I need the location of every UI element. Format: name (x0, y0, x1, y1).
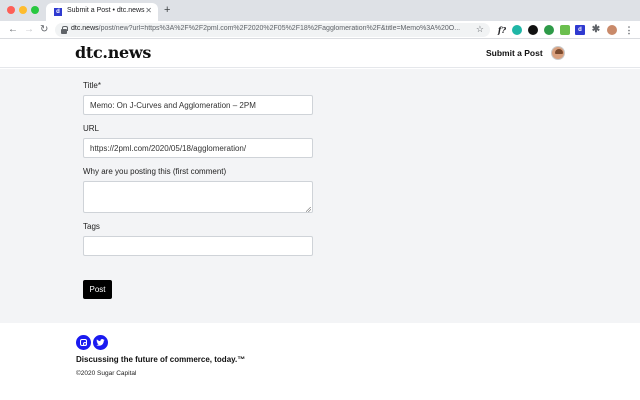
green-extension-icon[interactable] (544, 25, 554, 35)
instagram-glyph (80, 339, 87, 346)
tags-label: Tags (83, 222, 100, 231)
url-text[interactable]: dtc.news/post/new?url=https%3A%2F%2F2pml… (71, 25, 473, 32)
instagram-icon[interactable] (76, 335, 91, 350)
submit-post-link[interactable]: Submit a Post (486, 48, 543, 58)
resize-handle-icon[interactable] (306, 207, 311, 212)
twitter-bird-glyph (96, 339, 105, 346)
puzzle-extensions-icon[interactable]: ✱ (591, 25, 601, 35)
tags-input[interactable] (83, 236, 313, 256)
title-input[interactable]: Memo: On J-Curves and Agglomeration – 2P… (83, 95, 313, 115)
browser-tab-bar: d Submit a Post • dtc.news ✕ + (0, 0, 640, 21)
bookmark-star-icon[interactable]: ☆ (476, 24, 484, 35)
post-button[interactable]: Post (83, 280, 112, 299)
teal-extension-icon[interactable] (512, 25, 522, 35)
comment-textarea[interactable] (83, 181, 313, 213)
browser-menu-icon[interactable]: ⋮ (624, 25, 634, 35)
favicon-icon: d (54, 8, 62, 16)
tab-title: Submit a Post • dtc.news (67, 7, 145, 14)
footer-tagline: Discussing the future of commerce, today… (76, 355, 246, 364)
lock-icon[interactable] (61, 26, 68, 34)
close-tab-icon[interactable]: ✕ (145, 6, 152, 15)
post-form: Title* Memo: On J-Curves and Agglomerati… (0, 69, 640, 323)
twitter-icon[interactable] (93, 335, 108, 350)
url-path: /post/new?url=https%3A%2F%2F2pml.com%2F2… (98, 25, 461, 32)
browser-tab[interactable]: d Submit a Post • dtc.news ✕ (46, 3, 158, 21)
profile-avatar-icon[interactable] (607, 25, 617, 35)
address-bar[interactable]: dtc.news/post/new?url=https%3A%2F%2F2pml… (55, 23, 490, 37)
back-arrow-icon[interactable]: ← (8, 23, 18, 37)
user-avatar[interactable] (551, 46, 565, 60)
minimize-window-button[interactable] (19, 6, 27, 14)
maximize-window-button[interactable] (31, 6, 39, 14)
formula-extension-icon[interactable]: f? (497, 25, 507, 35)
url-label: URL (83, 124, 100, 133)
mail-extension-icon[interactable] (560, 25, 570, 35)
site-header: dtc.news Submit a Post (0, 40, 640, 68)
site-logo[interactable]: dtc.news (75, 43, 151, 62)
comment-label: Why are you posting this (first comment) (83, 167, 227, 176)
close-window-button[interactable] (7, 6, 15, 14)
site-footer: Discussing the future of commerce, today… (0, 323, 640, 400)
eye-extension-icon[interactable] (528, 25, 538, 35)
url-input[interactable]: https://2pml.com/2020/05/18/agglomeratio… (83, 138, 313, 158)
reload-icon[interactable]: ↻ (40, 23, 48, 37)
dtc-extension-icon[interactable]: d (575, 25, 585, 35)
footer-copyright: ©2020 Sugar Capital (76, 370, 137, 377)
forward-arrow-icon[interactable]: → (24, 23, 34, 37)
new-tab-icon[interactable]: + (164, 4, 170, 16)
url-host: dtc.news (71, 25, 99, 32)
title-label: Title* (83, 81, 101, 90)
